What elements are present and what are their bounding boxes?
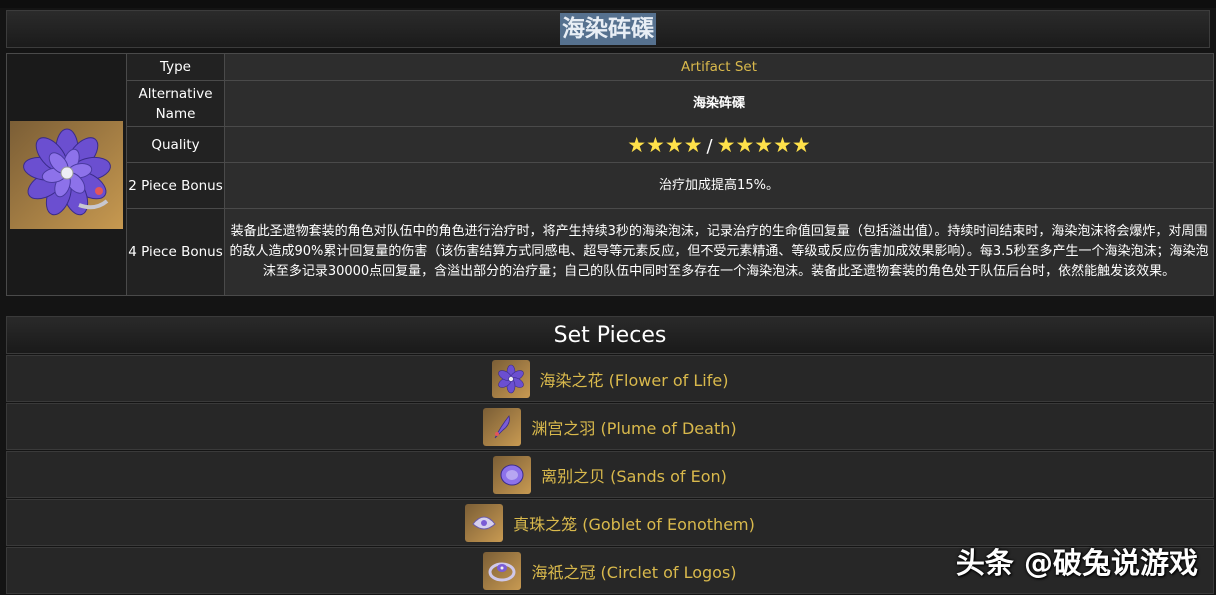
set-pieces-header: Set Pieces [6, 316, 1214, 354]
four-piece-bonus: 装备此圣遗物套装的角色对队伍中的角色进行治疗时，将产生持续3秒的海染泡沫，记录治… [224, 208, 1214, 296]
artifact-info-table: Type Artifact Set Alternative Name 海染砗磲 … [6, 53, 1214, 296]
piece-link-sands[interactable]: 离别之贝 (Sands of Eon) [541, 463, 727, 487]
four-piece-label: 4 Piece Bonus [126, 208, 225, 296]
info-row-type: Type Artifact Set [6, 53, 1214, 296]
alternative-name-value: 海染砗磲 [224, 80, 1214, 127]
piece-link-plume[interactable]: 渊宫之羽 (Plume of Death) [531, 415, 736, 439]
type-value-link[interactable]: Artifact Set [224, 53, 1214, 81]
piece-row-flower: 海染之花 (Flower of Life) [6, 355, 1214, 402]
page-title[interactable]: 海染砗磲 [560, 13, 656, 45]
info-row-quality: Quality ★★★★ / ★★★★★ [7, 126, 1214, 163]
quality-separator: / [706, 135, 713, 157]
piece-row-plume: 渊宫之羽 (Plume of Death) [6, 403, 1214, 450]
shell-icon[interactable] [493, 455, 532, 494]
goblet-icon[interactable] [465, 503, 504, 542]
four-star-icon: ★★★★ [627, 132, 703, 157]
piece-link-flower[interactable]: 海染之花 (Flower of Life) [540, 367, 729, 391]
five-star-icon: ★★★★★ [716, 132, 811, 157]
info-row-alt-name: Alternative Name 海染砗磲 [7, 80, 1214, 127]
piece-link-goblet[interactable]: 真珠之笼 (Goblet of Eonothem) [513, 511, 755, 535]
plume-icon[interactable] [483, 407, 522, 446]
piece-link-circlet[interactable]: 海祇之冠 (Circlet of Logos) [531, 559, 736, 583]
artifact-icon-cell [6, 53, 127, 296]
two-piece-bonus: 治疗加成提高15%。 [224, 162, 1214, 209]
info-row-2piece: 2 Piece Bonus 治疗加成提高15%。 [7, 162, 1214, 209]
artifact-flower-icon [10, 120, 123, 229]
circlet-icon[interactable] [483, 551, 522, 590]
flower-icon[interactable] [491, 359, 530, 398]
quality-label: Quality [126, 126, 225, 163]
quality-value: ★★★★ / ★★★★★ [224, 126, 1214, 163]
alternative-name-label: Alternative Name [126, 80, 225, 127]
piece-row-goblet: 真珠之笼 (Goblet of Eonothem) [6, 499, 1214, 546]
info-row-4piece: 4 Piece Bonus 装备此圣遗物套装的角色对队伍中的角色进行治疗时，将产… [7, 208, 1214, 296]
piece-row-sands: 离别之贝 (Sands of Eon) [6, 451, 1214, 498]
type-label: Type [126, 53, 225, 81]
two-piece-label: 2 Piece Bonus [126, 162, 225, 209]
title-bar: 海染砗磲 [6, 10, 1210, 48]
top-strip [0, 0, 1216, 8]
watermark: 头条 @破兔说游戏 [955, 546, 1198, 580]
